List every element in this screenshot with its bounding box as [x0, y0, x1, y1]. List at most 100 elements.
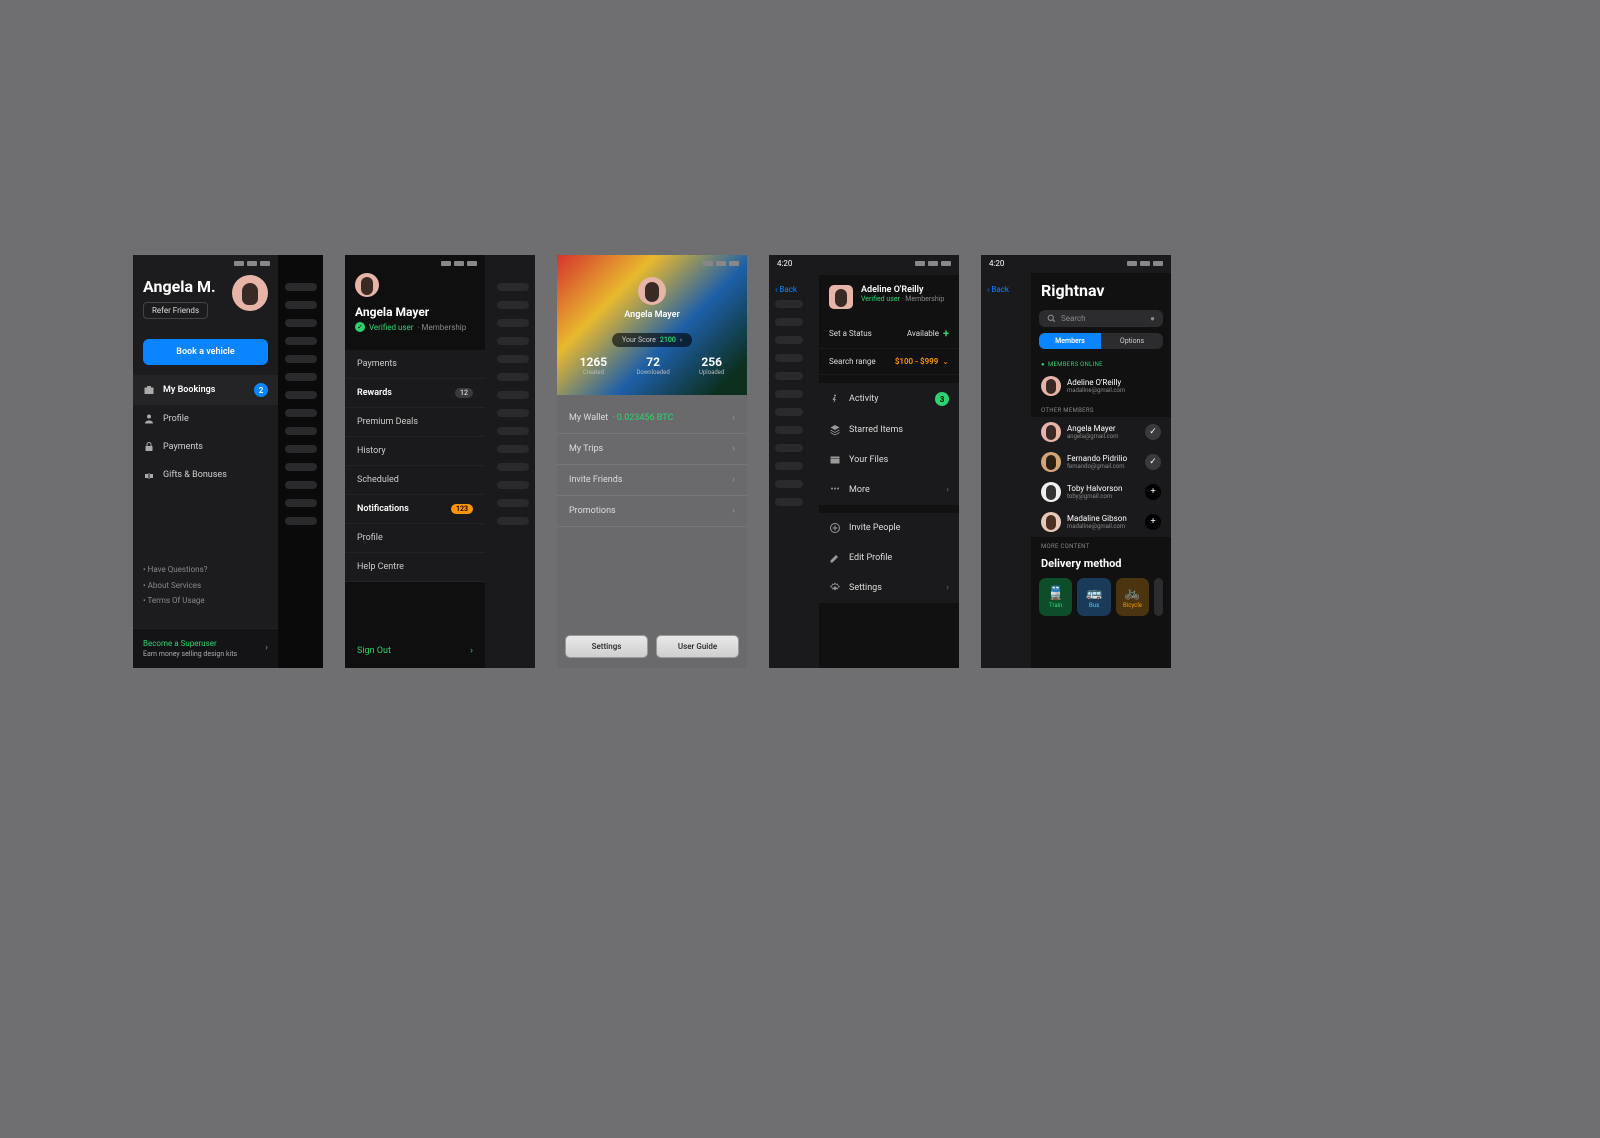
header-other: OTHER MEMBERS: [1031, 401, 1171, 417]
badge: 12: [455, 388, 473, 398]
user-name: Adeline O'Reilly: [861, 285, 944, 295]
range-row[interactable]: Search range $100 - $999⌄: [819, 349, 959, 375]
menu-item-promotions[interactable]: Promotions›: [557, 496, 747, 527]
status-bar-icons: [915, 261, 951, 266]
chip-bicycle[interactable]: 🚲Bicycle: [1116, 578, 1149, 616]
check-icon[interactable]: ✓: [1145, 424, 1161, 440]
chevron-right-icon: ›: [732, 475, 735, 485]
segment-options[interactable]: Options: [1101, 333, 1163, 349]
status-row[interactable]: Set a Status Available+: [819, 319, 959, 349]
score-pill[interactable]: Your Score 2100 ›: [612, 333, 692, 347]
search-icon: [1047, 314, 1056, 323]
menu-item-help[interactable]: Help Centre: [345, 553, 485, 582]
search-placeholder: Search: [1061, 314, 1086, 323]
avatar[interactable]: [638, 277, 666, 305]
screen-profile: Angela Mayer Your Score 2100 › 1265Creat…: [557, 255, 747, 668]
mic-icon[interactable]: ●: [1150, 314, 1155, 323]
layers-icon: [829, 424, 841, 436]
bicycle-icon: 🚲: [1124, 586, 1140, 601]
chevron-right-icon: ›: [265, 643, 268, 653]
menu-item-scheduled[interactable]: Scheduled: [345, 466, 485, 495]
member-row[interactable]: Madaline Gibsonmadaline@gmail.com +: [1031, 507, 1171, 537]
chip-bus[interactable]: 🚌Bus: [1077, 578, 1110, 616]
folder-icon: [829, 454, 841, 466]
link-questions[interactable]: • Have Questions?: [143, 562, 207, 577]
member-row[interactable]: Toby Halvorsontoby@gmail.com +: [1031, 477, 1171, 507]
stats-row: 1265Created 72Downloaded 256Uploaded: [557, 355, 747, 376]
menu-item-trips[interactable]: My Trips›: [557, 434, 747, 465]
menu-item-edit-profile[interactable]: Edit Profile: [819, 543, 959, 573]
menu-label: My Bookings: [163, 385, 215, 395]
menu-item-starred[interactable]: Starred Items: [819, 415, 959, 445]
avatar[interactable]: [829, 285, 853, 309]
book-vehicle-button[interactable]: Book a vehicle: [143, 339, 268, 365]
avatar[interactable]: [232, 275, 268, 311]
verified-label: Verified user: [369, 323, 413, 332]
sidebar-menu: Payments Rewards12 Premium Deals History…: [345, 350, 485, 582]
chevron-right-icon: ›: [732, 444, 735, 454]
screen-rightnav: 4:20 ‹ Back Rightnav Search ● Members Op…: [981, 255, 1171, 668]
menu-item-profile[interactable]: Profile: [133, 405, 278, 433]
settings-button[interactable]: Settings: [565, 635, 648, 658]
menu-item-invite[interactable]: Invite Friends›: [557, 465, 747, 496]
member-row[interactable]: Adeline O'Reillymadaline@gmail.com: [1031, 371, 1171, 401]
plus-icon[interactable]: +: [1145, 514, 1161, 530]
edit-icon: [829, 552, 841, 564]
plus-circle-icon: [829, 522, 841, 534]
avatar: [1041, 482, 1061, 502]
menu-item-deals[interactable]: Premium Deals: [345, 408, 485, 437]
badge: 3: [935, 392, 949, 406]
status-time: 4:20: [777, 259, 792, 268]
bottom-buttons: Settings User Guide: [565, 635, 739, 658]
menu-item-wallet[interactable]: My Wallet· 0.023456 BTC›: [557, 403, 747, 434]
link-services[interactable]: • About Services: [143, 578, 207, 593]
score-label: Your Score: [622, 336, 656, 344]
sidebar: Angela Mayer ✓ Verified user · Membershi…: [345, 255, 485, 668]
back-button[interactable]: ‹Back: [775, 285, 797, 294]
menu-item-bookings[interactable]: My Bookings 2: [133, 375, 278, 405]
avatar: [1041, 452, 1061, 472]
person-icon: [143, 413, 155, 425]
back-button[interactable]: ‹ Back: [987, 285, 1009, 294]
menu-item-activity[interactable]: Activity3: [819, 383, 959, 415]
chip-more[interactable]: [1154, 578, 1163, 616]
screen-right-sidebar: 4:20 ‹Back Adeline O'Reilly Verified use…: [769, 255, 959, 668]
menu-item-gifts[interactable]: Gifts & Bonuses: [133, 461, 278, 489]
chevron-right-icon: ›: [680, 336, 682, 344]
chevron-down-icon: ⌄: [942, 357, 949, 366]
member-row[interactable]: Angela Mayerangela@gmail.com ✓: [1031, 417, 1171, 447]
avatar[interactable]: [355, 273, 379, 297]
badge: 2: [254, 383, 268, 397]
menu-item-invite[interactable]: Invite People: [819, 513, 959, 543]
sign-out-button[interactable]: Sign Out›: [357, 646, 473, 656]
menu-item-history[interactable]: History: [345, 437, 485, 466]
chip-train[interactable]: 🚆Train: [1039, 578, 1072, 616]
sidebar: Angela M. Refer Friends Book a vehicle M…: [133, 255, 278, 668]
menu-item-files[interactable]: Your Files: [819, 445, 959, 475]
segment-members[interactable]: Members: [1039, 333, 1101, 349]
menu-section-2: Invite People Edit Profile Settings›: [819, 513, 959, 603]
search-input[interactable]: Search ●: [1039, 310, 1163, 327]
user-name: Angela Mayer: [355, 305, 475, 319]
activity-icon: [829, 393, 841, 405]
refer-friends-button[interactable]: Refer Friends: [143, 302, 208, 319]
menu-section-1: Activity3 Starred Items Your Files ••• M…: [819, 383, 959, 505]
menu-item-rewards[interactable]: Rewards12: [345, 379, 485, 408]
link-terms[interactable]: • Terms Of Usage: [143, 593, 207, 608]
menu-item-more[interactable]: ••• More›: [819, 475, 959, 505]
chevron-right-icon: ›: [946, 485, 949, 495]
user-guide-button[interactable]: User Guide: [656, 635, 739, 658]
check-icon[interactable]: ✓: [1145, 454, 1161, 470]
superuser-cta[interactable]: Become a Superuser Earn money selling de…: [133, 628, 278, 668]
plus-icon: +: [943, 327, 949, 340]
menu-item-payments[interactable]: Payments: [133, 433, 278, 461]
menu-item-notifications[interactable]: Notifications123: [345, 495, 485, 524]
stat-uploaded: 256Uploaded: [699, 355, 724, 376]
sidebar: Adeline O'Reilly Verified user · Members…: [819, 275, 959, 668]
menu-item-settings[interactable]: Settings›: [819, 573, 959, 603]
menu-item-payments[interactable]: Payments: [345, 350, 485, 379]
page-title: Rightnav: [1031, 277, 1171, 304]
member-row[interactable]: Fernando Pidriliofernando@gmail.com ✓: [1031, 447, 1171, 477]
menu-item-profile[interactable]: Profile: [345, 524, 485, 553]
plus-icon[interactable]: +: [1145, 484, 1161, 500]
